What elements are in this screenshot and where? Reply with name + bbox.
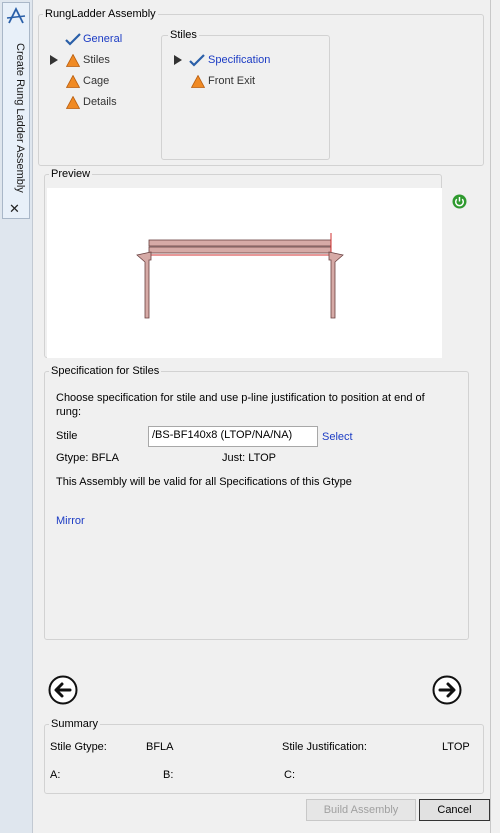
- preview-canvas[interactable]: [47, 188, 442, 358]
- step-general-label: General: [83, 33, 123, 45]
- ladder-preview-graphic: [136, 233, 344, 319]
- steps-nav: General Stiles Cage Details: [48, 30, 158, 115]
- ladder-rail-top: [148, 239, 332, 247]
- step-cage[interactable]: Cage: [48, 72, 158, 90]
- step-details-label: Details: [83, 96, 117, 108]
- build-assembly-button[interactable]: Build Assembly: [306, 799, 416, 821]
- stile-gtype-label: Stile Gtype:: [50, 741, 107, 753]
- step-stiles-label: Stiles: [83, 54, 110, 66]
- current-step-arrow-icon: [50, 55, 58, 65]
- substep-specification-label: Specification: [208, 54, 271, 66]
- current-step-arrow-icon: [174, 55, 182, 65]
- warning-icon: [66, 54, 80, 67]
- app-logo-icon: [6, 6, 26, 24]
- summary-c-label: C:: [284, 769, 295, 781]
- warning-icon: [66, 75, 80, 88]
- back-arrow-icon[interactable]: [48, 675, 78, 705]
- checkmark-icon: [189, 54, 205, 67]
- assembly-group-title: RungLadder Assembly: [43, 8, 158, 20]
- step-details[interactable]: Details: [48, 93, 158, 111]
- tab-create-rung-ladder-assembly[interactable]: Create Rung Ladder Assembly ✕: [2, 2, 30, 219]
- select-link[interactable]: Select: [322, 431, 353, 443]
- left-stile: [136, 251, 152, 319]
- summary-b-label: B:: [163, 769, 174, 781]
- preview-title: Preview: [49, 168, 93, 180]
- next-arrow-icon[interactable]: [432, 675, 462, 705]
- valid-note: This Assembly will be valid for all Spec…: [56, 476, 352, 488]
- warning-icon: [191, 75, 205, 88]
- stile-gtype-value: BFLA: [146, 741, 174, 753]
- gtype-text: Gtype: BFLA: [56, 452, 119, 464]
- summary-a-label: A:: [50, 769, 61, 781]
- stiles-group-title: Stiles: [168, 29, 199, 41]
- right-stile: [328, 251, 344, 319]
- step-general[interactable]: General: [48, 30, 158, 48]
- specification-title: Specification for Stiles: [49, 365, 162, 377]
- stile-justification-label: Stile Justification:: [282, 741, 367, 753]
- summary-group: [44, 724, 484, 794]
- panel-border: [490, 0, 491, 833]
- close-icon[interactable]: ✕: [9, 202, 20, 216]
- just-text: Just: LTOP: [222, 452, 277, 464]
- tab-label: Create Rung Ladder Assembly: [14, 43, 26, 193]
- checkmark-icon: [65, 33, 81, 46]
- step-stiles[interactable]: Stiles: [48, 51, 158, 69]
- cancel-button[interactable]: Cancel: [419, 799, 490, 821]
- summary-title: Summary: [49, 718, 101, 730]
- stile-justification-value: LTOP: [442, 741, 470, 753]
- stile-spec-field[interactable]: /BS-BF140x8 (LTOP/NA/NA): [148, 426, 318, 447]
- substep-front-exit[interactable]: Front Exit: [172, 72, 322, 90]
- specification-instruction: Choose specification for stile and use p…: [56, 392, 425, 418]
- refresh-icon[interactable]: [452, 194, 467, 209]
- mirror-link[interactable]: Mirror: [56, 515, 85, 527]
- step-cage-label: Cage: [83, 75, 110, 87]
- warning-icon: [66, 96, 80, 109]
- substep-front-exit-label: Front Exit: [208, 75, 256, 87]
- substep-specification[interactable]: Specification: [172, 51, 322, 69]
- ladder-rail-bottom: [148, 246, 332, 254]
- stile-label: Stile: [56, 430, 78, 442]
